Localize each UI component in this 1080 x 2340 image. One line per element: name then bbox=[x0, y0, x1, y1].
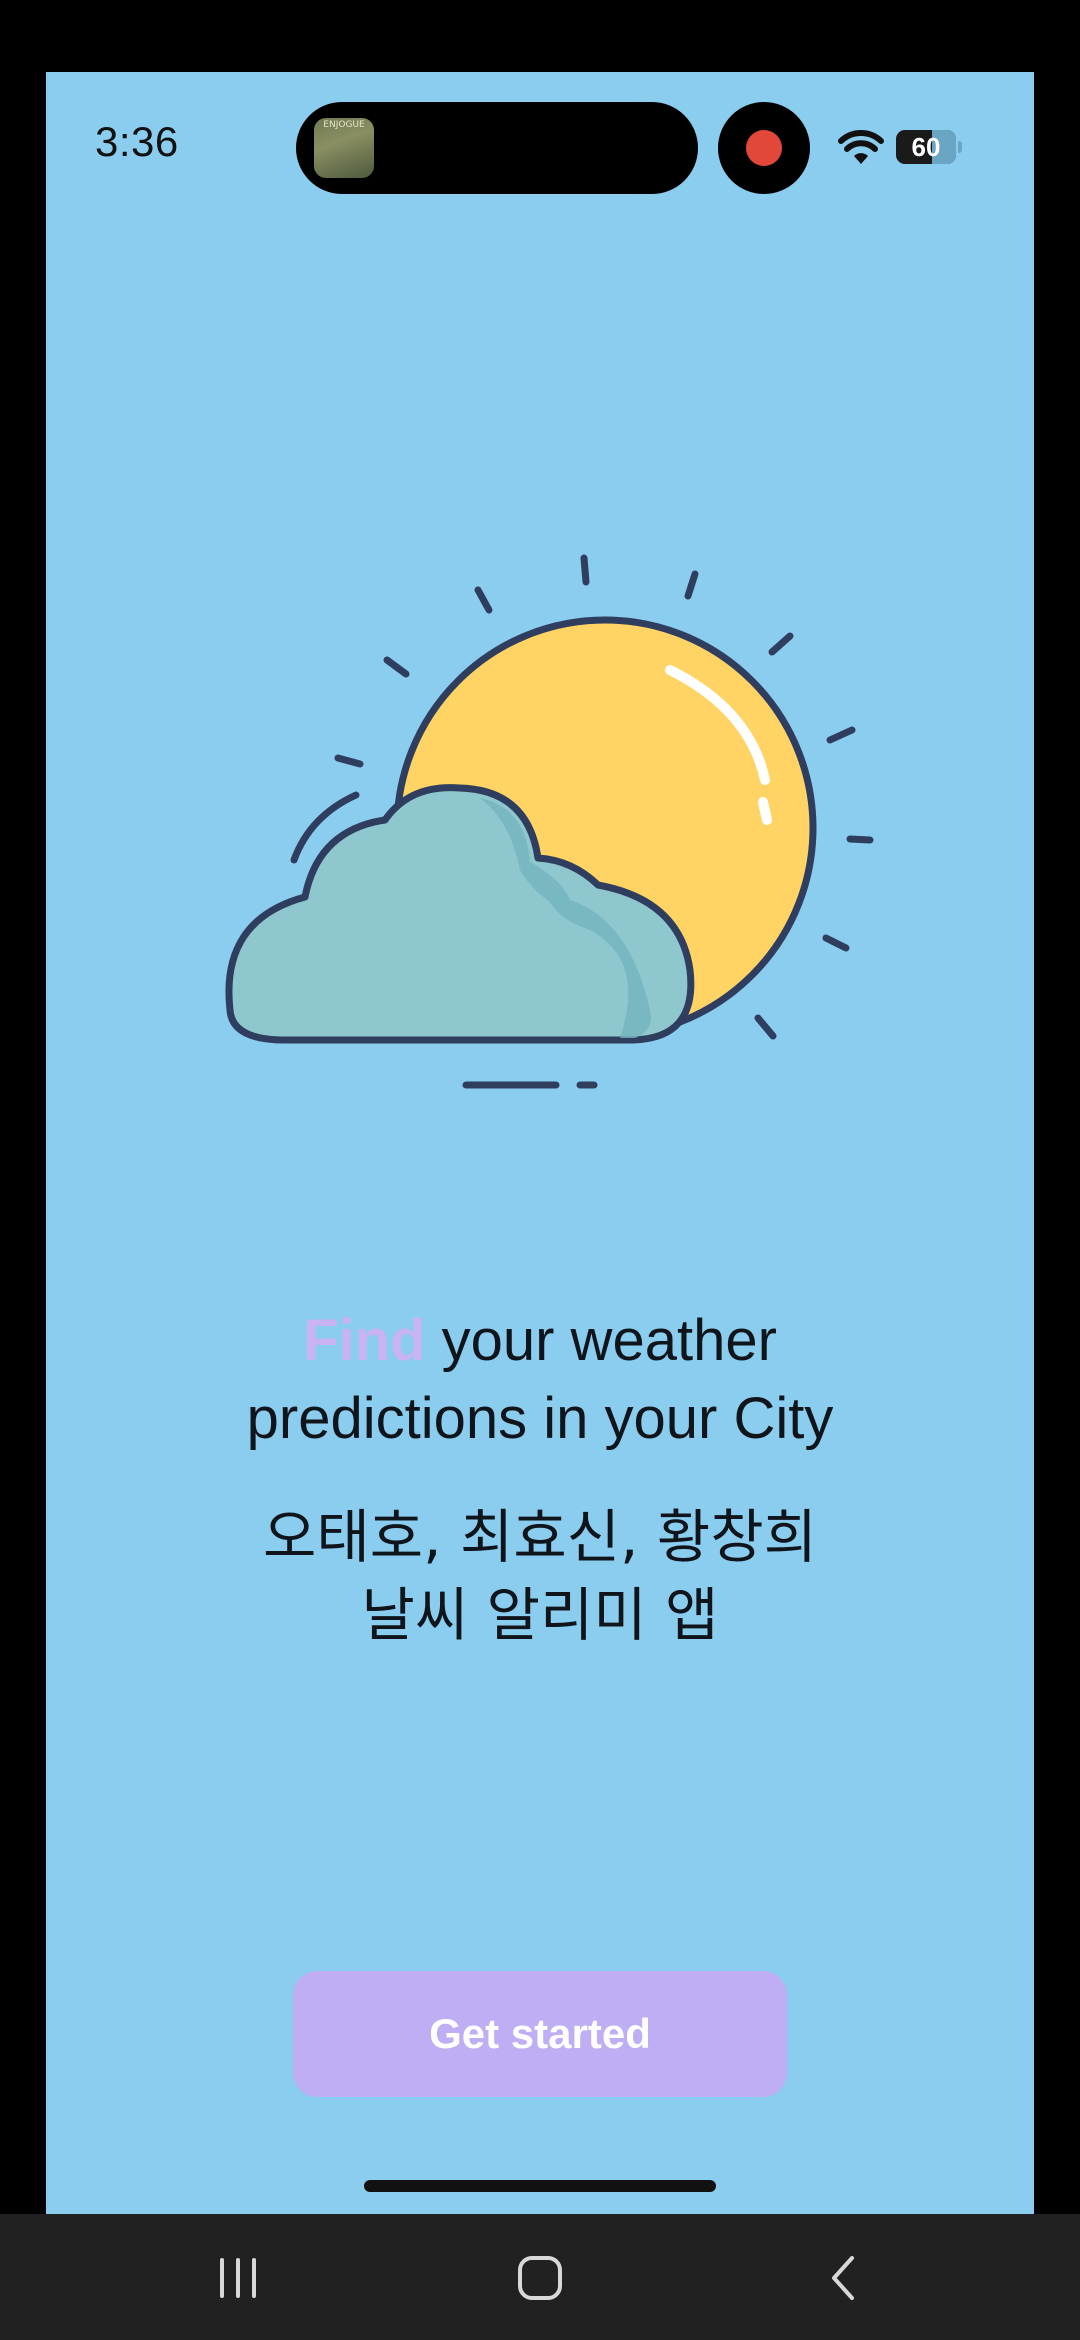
battery-tip bbox=[958, 141, 962, 153]
thumbnail-label: ENJOGUE bbox=[323, 120, 365, 130]
status-time: 3:36 bbox=[95, 118, 179, 165]
headline-accent-word: Find bbox=[303, 1308, 426, 1373]
headline-line-2: predictions in your City bbox=[246, 1386, 834, 1451]
system-navigation-bar bbox=[0, 2214, 1080, 2340]
onboarding-subtitle: 오태호, 최효신, 황창희 날씨 알리미 앱 bbox=[46, 1498, 1034, 1654]
screen-recording-indicator[interactable] bbox=[718, 102, 810, 194]
headline-line-1: Find your weather bbox=[46, 1302, 1034, 1380]
wifi-icon bbox=[838, 130, 884, 164]
sun-behind-cloud-icon bbox=[225, 554, 874, 1089]
onboarding-headline: Find your weather predictions in your Ci… bbox=[46, 1302, 1034, 1458]
recents-icon[interactable] bbox=[198, 2238, 278, 2318]
battery-percent: 60 bbox=[911, 132, 941, 162]
battery-indicator: 60 bbox=[896, 130, 956, 164]
back-icon[interactable] bbox=[804, 2238, 884, 2318]
home-icon[interactable] bbox=[500, 2238, 580, 2318]
headline-line-1-rest: your weather bbox=[425, 1308, 777, 1373]
dynamic-island[interactable]: ENJOGUE bbox=[296, 102, 698, 194]
app-screen bbox=[46, 72, 1034, 2214]
get-started-button[interactable]: Get started bbox=[293, 1971, 787, 2097]
subtitle-line-2: 날씨 알리미 앱 bbox=[361, 1581, 719, 1649]
home-indicator[interactable] bbox=[364, 2180, 716, 2192]
record-dot-icon bbox=[746, 130, 782, 166]
live-activity-thumbnail[interactable]: ENJOGUE bbox=[314, 118, 374, 178]
device: 3:36 ENJOGUE 60 Find your weather predic… bbox=[0, 0, 1080, 2340]
subtitle-line-1: 오태호, 최효신, 황창희 bbox=[263, 1503, 817, 1571]
